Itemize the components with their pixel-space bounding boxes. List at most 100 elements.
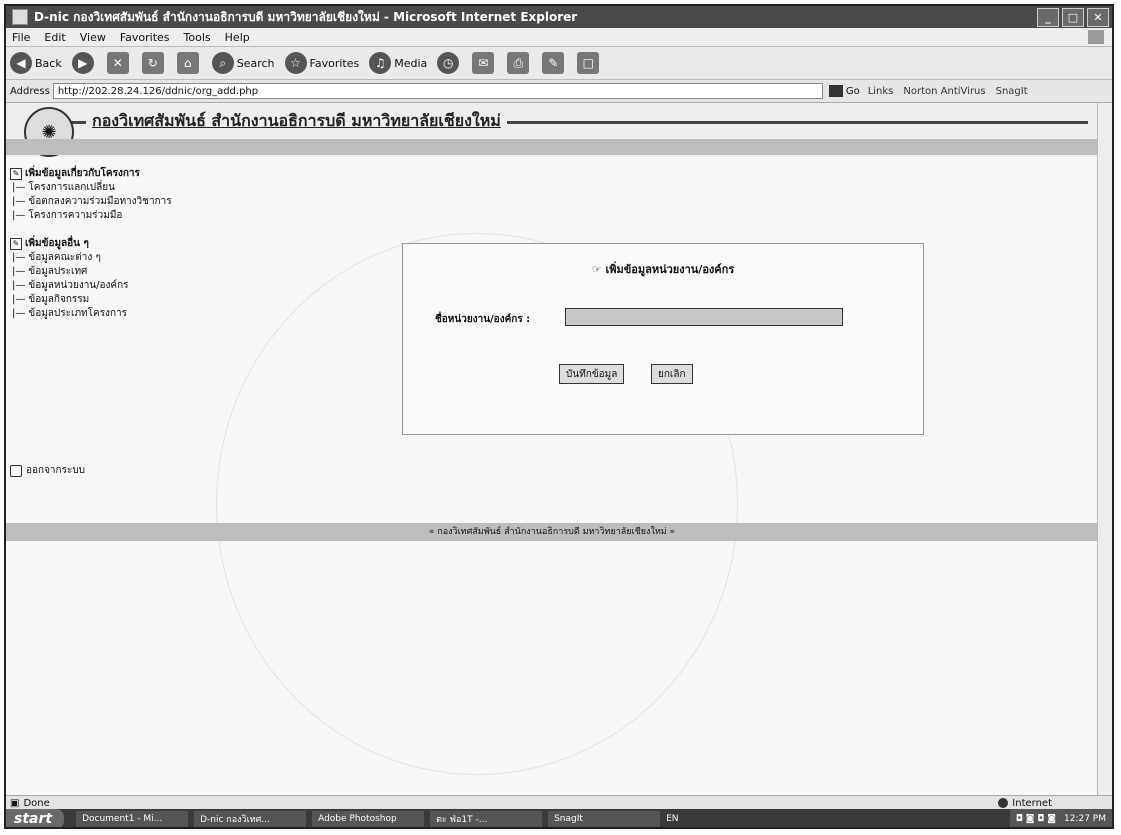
windows-logo-icon: [1088, 30, 1104, 44]
menu-file[interactable]: File: [12, 31, 30, 44]
print-button[interactable]: ⎙: [507, 52, 532, 74]
window-title: D-nic กองวิเทศสัมพันธ์ สำนักงานอธิการบดี…: [34, 9, 578, 24]
task-other[interactable]: ตะ ฟ่อ1T -...: [430, 811, 543, 827]
logout-link[interactable]: ออกจากระบบ: [10, 463, 85, 478]
edit-icon: ✎: [542, 52, 565, 74]
address-label: Address: [10, 85, 50, 97]
snagit-button[interactable]: SnagIt: [996, 86, 1028, 97]
clock: 12:27 PM: [1064, 814, 1106, 824]
page-footer: « กองวิเทศสัมพันธ์ สำนักงานอธิการบดี มหา…: [6, 523, 1098, 541]
task-ie[interactable]: D-nic กองวิเทศ...: [194, 811, 307, 827]
norton-button[interactable]: Norton AntiVirus: [903, 86, 985, 97]
forward-arrow-icon: ▶: [71, 52, 94, 74]
save-button[interactable]: บันทึกข้อมูล: [559, 364, 625, 384]
hand-icon: ☞: [591, 263, 606, 276]
url-text: http://202.28.24.126/ddnic/org_add.php: [57, 85, 259, 97]
menu-edit[interactable]: Edit: [44, 31, 65, 44]
media-label: Media: [394, 56, 428, 70]
organization-name-label: ชื่อหน่วยงาน/องค์กร :: [435, 314, 531, 325]
browser-window: D-nic กองวิเทศสัมพันธ์ สำนักงานอธิการบดี…: [4, 4, 1114, 829]
go-label: Go: [845, 85, 860, 97]
menu-favorites[interactable]: Favorites: [120, 31, 170, 44]
menu-tools[interactable]: Tools: [184, 31, 211, 44]
zone-label: Internet: [1012, 797, 1052, 809]
menu-view[interactable]: View: [80, 31, 106, 44]
back-label: Back: [35, 56, 62, 70]
sidebar-item-cooperation[interactable]: โครงการความร่วมมือ: [10, 209, 230, 223]
media-icon: ♫: [369, 52, 392, 74]
form-title: ☞ เพิ่มข้อมูลหน่วยงาน/องค์กร: [591, 263, 735, 276]
refresh-button[interactable]: ↻: [141, 52, 167, 74]
search-icon: ⌕: [211, 52, 234, 74]
refresh-icon: ↻: [141, 52, 164, 74]
banner: ✺ กองวิเทศสัมพันธ์ สำนักงานอธิการบดี มหา…: [6, 103, 1098, 157]
taskbar: start Document1 - Mi... D-nic กองวิเทศ..…: [6, 809, 1112, 827]
banner-title: กองวิเทศสัมพันธ์ สำนักงานอธิการบดี มหาวิ…: [86, 109, 507, 134]
logout-label: ออกจากระบบ: [26, 465, 86, 476]
home-button[interactable]: ⌂: [176, 52, 202, 74]
close-button[interactable]: ✕: [1087, 7, 1109, 27]
stop-button[interactable]: ✕: [106, 52, 132, 74]
sidebar-section-title: เพิ่มข้อมูลอื่น ๆ: [25, 238, 89, 249]
banner-stripe: [6, 139, 1098, 155]
logout-icon: [10, 464, 22, 477]
ie-icon: [12, 9, 28, 25]
back-arrow-icon: ◀: [10, 52, 32, 74]
search-button[interactable]: ⌕ Search: [211, 52, 275, 74]
sidebar-item-exchange[interactable]: โครงการแลกเปลี่ยน: [10, 181, 230, 195]
add-organization-form: ☞ เพิ่มข้อมูลหน่วยงาน/องค์กร ชื่อหน่วยงา…: [402, 243, 924, 435]
task-photoshop[interactable]: Adobe Photoshop: [312, 811, 425, 827]
security-zone: Internet: [998, 798, 1052, 809]
back-button[interactable]: ◀ Back: [10, 52, 62, 74]
status-bar: ▣ Done Internet: [6, 795, 1112, 810]
status-text: Done: [23, 797, 50, 809]
sidebar-item-project-type[interactable]: ข้อมูลประเภทโครงการ: [10, 307, 230, 321]
title-bar: D-nic กองวิเทศสัมพันธ์ สำนักงานอธิการบดี…: [6, 6, 1112, 28]
mail-icon: ✉: [472, 52, 495, 74]
globe-icon: [998, 798, 1009, 808]
history-icon: ◷: [437, 52, 460, 74]
sidebar-item-organization[interactable]: ข้อมูลหน่วยงาน/องค์กร: [10, 279, 230, 293]
address-bar: Address http://202.28.24.126/ddnic/org_a…: [6, 80, 1112, 103]
sidebar-item-country[interactable]: ข้อมูลประเทศ: [10, 265, 230, 279]
media-button[interactable]: ♫ Media: [369, 52, 427, 74]
go-button[interactable]: Go: [828, 85, 860, 97]
menu-bar: File Edit View Favorites Tools Help: [6, 28, 1112, 47]
favorites-button[interactable]: ☆ Favorites: [284, 52, 359, 74]
page-content: ✺ กองวิเทศสัมพันธ์ สำนักงานอธิการบดี มหา…: [6, 103, 1098, 795]
mail-button[interactable]: ✉: [472, 52, 497, 74]
vertical-scrollbar[interactable]: [1097, 103, 1112, 795]
links-button[interactable]: Links: [868, 86, 894, 97]
search-label: Search: [236, 56, 275, 70]
maximize-button[interactable]: □: [1062, 7, 1084, 27]
sidebar-section-projects: ✎ เพิ่มข้อมูลเกี่ยวกับโครงการ: [10, 167, 230, 181]
task-word[interactable]: Document1 - Mi...: [76, 811, 189, 827]
history-button[interactable]: ◷: [437, 52, 462, 74]
tray-icons: ◘ ◙ ◘ ◙: [1015, 814, 1056, 824]
sidebar-item-faculty[interactable]: ข้อมูลคณะต่าง ๆ: [10, 251, 230, 265]
forward-button[interactable]: ▶: [71, 52, 97, 74]
discuss-button[interactable]: □: [577, 52, 602, 74]
sidebar: ✎ เพิ่มข้อมูลเกี่ยวกับโครงการ โครงการแลก…: [10, 163, 230, 321]
edit-button[interactable]: ✎: [542, 52, 567, 74]
toolbar: ◀ Back ▶ ✕ ↻ ⌂ ⌕ Search ☆ Favorites ♫ Me…: [6, 47, 1112, 80]
sidebar-item-agreement[interactable]: ข้อตกลงความร่วมมือทางวิชาการ: [10, 195, 230, 209]
start-button[interactable]: start: [6, 809, 65, 827]
sidebar-section-title: เพิ่มข้อมูลเกี่ยวกับโครงการ: [25, 168, 140, 179]
cancel-button[interactable]: ยกเลิก: [651, 364, 693, 384]
edit-icon: ✎: [10, 238, 22, 250]
ie-page-icon: ▣: [10, 797, 20, 809]
organization-name-input[interactable]: [565, 308, 843, 326]
star-icon: ☆: [284, 52, 307, 74]
sidebar-section-other: ✎ เพิ่มข้อมูลอื่น ๆ: [10, 237, 230, 251]
language-indicator[interactable]: EN: [666, 814, 678, 824]
menu-help[interactable]: Help: [225, 31, 250, 44]
go-arrow-icon: [828, 85, 843, 97]
edit-icon: ✎: [10, 168, 22, 180]
minimize-button[interactable]: _: [1037, 7, 1059, 27]
stop-icon: ✕: [106, 52, 129, 74]
address-input[interactable]: http://202.28.24.126/ddnic/org_add.php: [52, 83, 823, 99]
sidebar-item-activity[interactable]: ข้อมูลกิจกรรม: [10, 293, 230, 307]
task-snagit[interactable]: SnagIt: [548, 811, 661, 827]
system-tray: ◘ ◙ ◘ ◙ 12:27 PM: [1009, 809, 1112, 827]
